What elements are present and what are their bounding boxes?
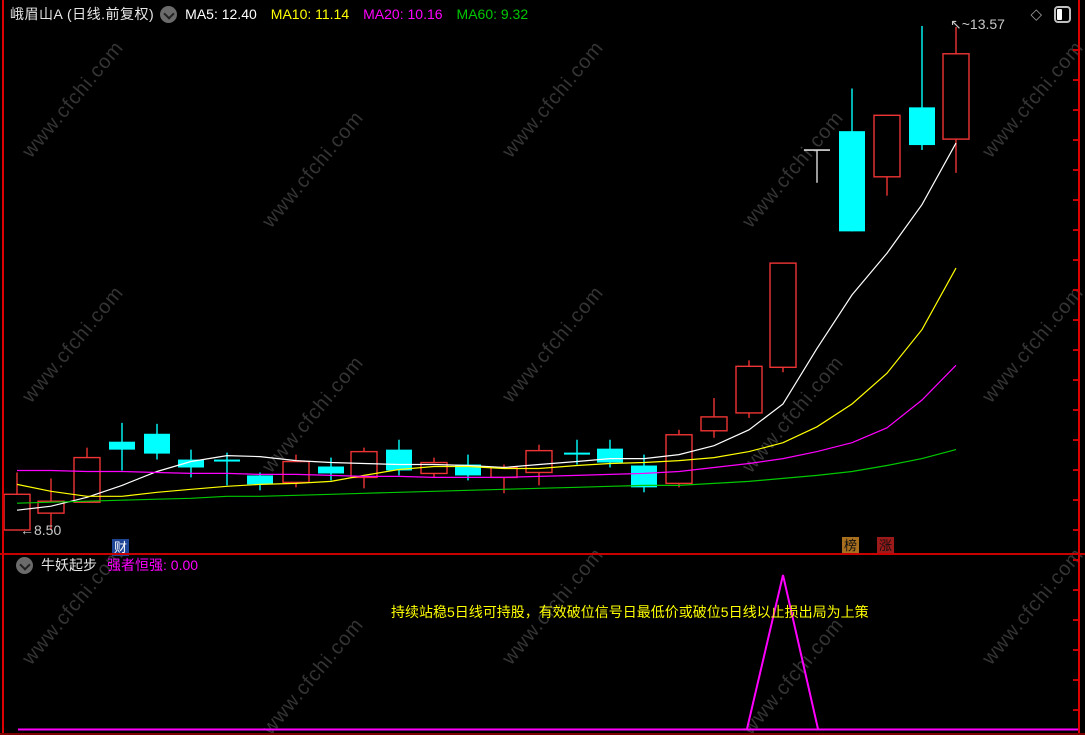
candle-body-down <box>631 465 657 488</box>
candle-body-up <box>873 114 901 178</box>
candle-body-up <box>665 434 693 485</box>
candle-body-up <box>282 460 310 484</box>
signal-spike <box>746 574 819 730</box>
candlestick-chart[interactable] <box>0 0 1085 735</box>
indicator-value: 强者恒强: 0.00 <box>107 557 199 573</box>
diamond-icon[interactable]: ◇ <box>1030 5 1042 23</box>
candle-body-up <box>942 53 970 140</box>
candle-body-up <box>735 365 763 414</box>
candle-body-up <box>525 449 553 474</box>
ma20-label: MA20: 10.16 <box>363 6 443 22</box>
tag-rise[interactable]: 涨 <box>877 537 894 554</box>
candle-body-down <box>909 107 935 146</box>
candle-body-down <box>597 448 623 463</box>
indicator-name[interactable]: 牛妖起步 <box>41 555 97 575</box>
candle-body-down <box>386 449 412 471</box>
stock-chart-window: www.cfchi.com www.cfchi.com www.cfchi.com w… <box>0 0 1085 735</box>
panel-toggle-icon[interactable] <box>1054 5 1071 23</box>
stock-title: 峨眉山A (日线.前复权) <box>10 6 155 22</box>
ma-line-ma20 <box>17 364 957 478</box>
ma60-label: MA60: 9.32 <box>456 6 529 22</box>
candle-body-up <box>700 416 728 432</box>
tag-rank[interactable]: 榜 <box>842 537 859 554</box>
ma5-label: MA5: 12.40 <box>185 6 257 22</box>
ma-line-ma60 <box>16 449 957 504</box>
candle-body-down <box>109 441 135 450</box>
candle-body-down <box>144 433 170 454</box>
candle-body-down <box>214 459 240 462</box>
right-border <box>1078 0 1080 735</box>
indicator-header: 牛妖起步 强者恒强: 0.00 <box>10 555 198 575</box>
ma-line-ma10 <box>16 267 957 497</box>
candle-body-down <box>839 131 865 232</box>
strategy-tip-text: 持续站稳5日线可持股，有效破位信号日最低价或破位5日线以止损出局为上策 <box>391 604 869 620</box>
collapse-chevron-down-icon[interactable] <box>160 5 178 23</box>
candle-body-down <box>564 452 590 455</box>
low-price-label: ←8.50 <box>20 522 62 538</box>
panel-separator[interactable] <box>0 553 1085 555</box>
ma-line-ma5 <box>16 142 957 511</box>
candle-body-up <box>769 262 797 368</box>
ma10-label: MA10: 11.14 <box>270 6 350 22</box>
left-border <box>2 0 4 735</box>
collapse-indicator-chevron-down-icon[interactable] <box>16 556 33 574</box>
candle-body-down <box>178 459 204 468</box>
candle-body-down <box>247 475 273 485</box>
candle-body-down <box>318 466 344 474</box>
chart-header: 峨眉山A (日线.前复权) MA5: 12.40 MA10: 11.14 MA2… <box>0 0 1085 28</box>
